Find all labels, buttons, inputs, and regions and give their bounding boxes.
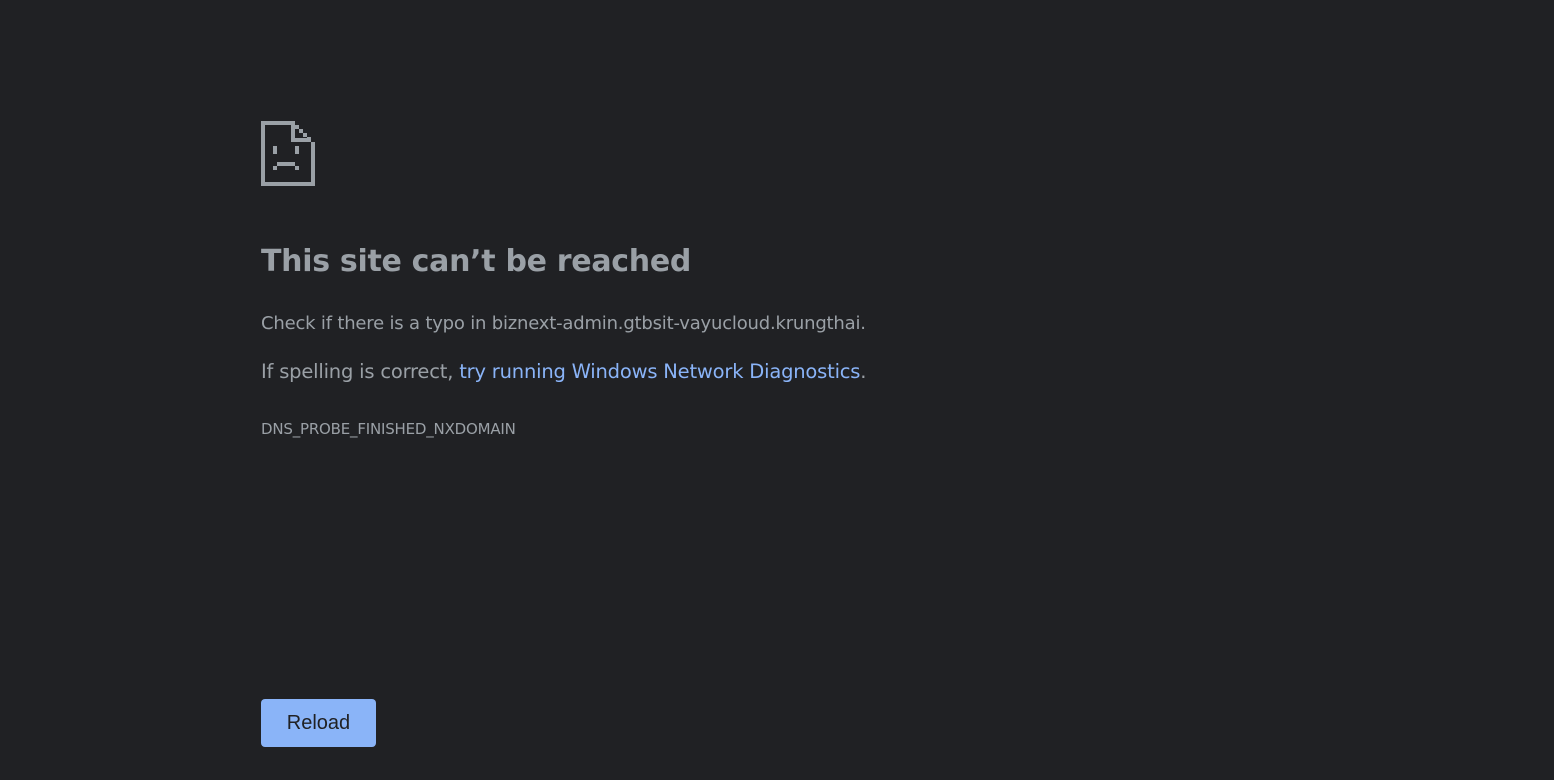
sad-page-icon <box>261 121 315 186</box>
reload-button[interactable]: Reload <box>261 699 376 747</box>
network-diagnostics-link[interactable]: try running Windows Network Diagnostics <box>459 360 860 383</box>
page-title: This site can’t be reached <box>261 244 692 279</box>
main-message: This site can’t be reached <box>261 240 1261 284</box>
suggestion-prefix: If spelling is correct, <box>261 360 460 383</box>
suggestion-suffix: . <box>860 360 867 383</box>
typo-check-text: Check if there is a typo in biznext-admi… <box>261 313 866 334</box>
error-code: DNS_PROBE_FINISHED_NXDOMAIN <box>261 420 516 438</box>
suggestion-text: If spelling is correct, try running Wind… <box>261 358 866 386</box>
